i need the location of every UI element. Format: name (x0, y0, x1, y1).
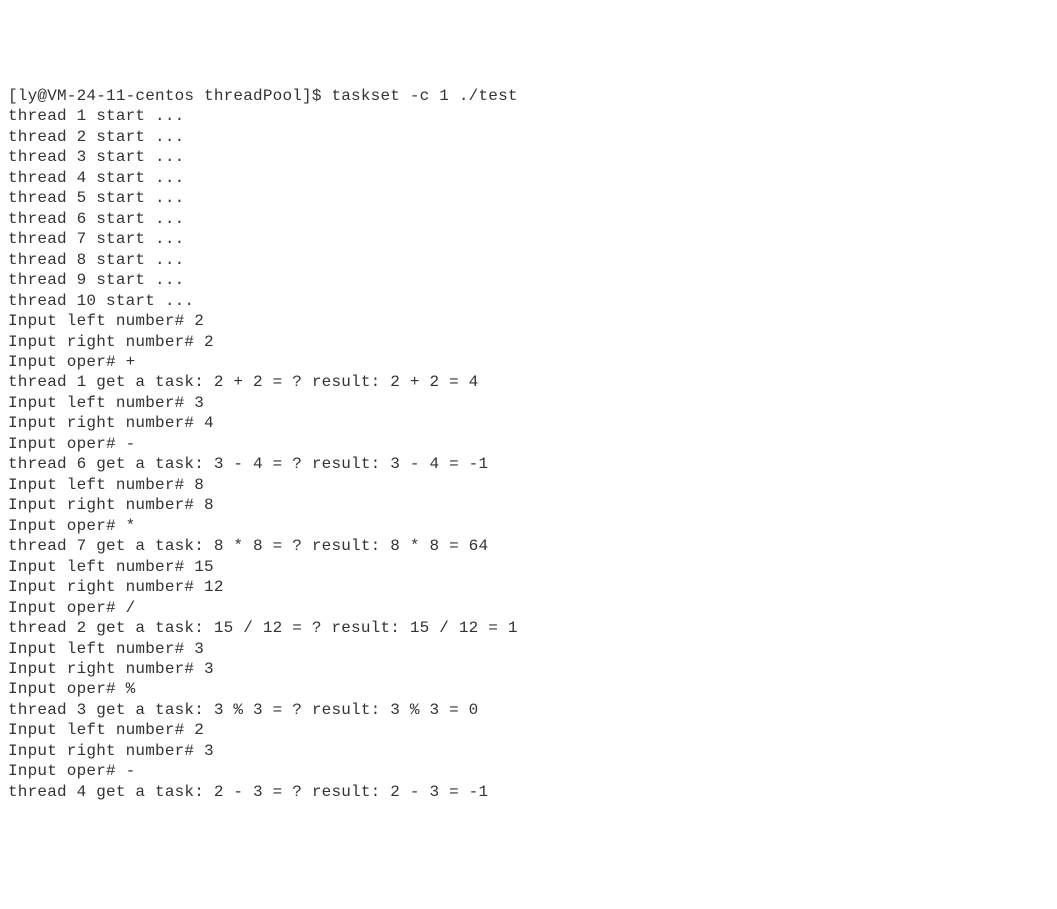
terminal-line: Input oper# - (8, 434, 1049, 454)
terminal-line: thread 5 start ... (8, 188, 1049, 208)
terminal-line: Input left number# 8 (8, 475, 1049, 495)
terminal-line: thread 7 get a task: 8 * 8 = ? result: 8… (8, 536, 1049, 556)
terminal-line: Input oper# + (8, 352, 1049, 372)
terminal-line: Input right number# 3 (8, 659, 1049, 679)
terminal-line: thread 8 start ... (8, 250, 1049, 270)
terminal-line: Input right number# 4 (8, 413, 1049, 433)
terminal-line: Input oper# - (8, 761, 1049, 781)
terminal-line: thread 1 start ... (8, 106, 1049, 126)
terminal-line: Input right number# 2 (8, 332, 1049, 352)
terminal-line: Input oper# % (8, 679, 1049, 699)
terminal-line: thread 3 get a task: 3 % 3 = ? result: 3… (8, 700, 1049, 720)
terminal-line: Input left number# 2 (8, 311, 1049, 331)
terminal-line: thread 6 start ... (8, 209, 1049, 229)
terminal-line: Input left number# 3 (8, 393, 1049, 413)
terminal-line: thread 10 start ... (8, 291, 1049, 311)
terminal-line: thread 7 start ... (8, 229, 1049, 249)
terminal-line: Input right number# 12 (8, 577, 1049, 597)
terminal-line: Input right number# 3 (8, 741, 1049, 761)
terminal-line: thread 4 start ... (8, 168, 1049, 188)
terminal-line: thread 2 get a task: 15 / 12 = ? result:… (8, 618, 1049, 638)
terminal-line: Input oper# * (8, 516, 1049, 536)
terminal-line: thread 6 get a task: 3 - 4 = ? result: 3… (8, 454, 1049, 474)
terminal-line: Input left number# 2 (8, 720, 1049, 740)
terminal-line: Input right number# 8 (8, 495, 1049, 515)
terminal-line: Input left number# 15 (8, 557, 1049, 577)
terminal-line: [ly@VM-24-11-centos threadPool]$ taskset… (8, 86, 1049, 106)
terminal-line: thread 4 get a task: 2 - 3 = ? result: 2… (8, 782, 1049, 802)
terminal-line: thread 1 get a task: 2 + 2 = ? result: 2… (8, 372, 1049, 392)
terminal-line: thread 3 start ... (8, 147, 1049, 167)
terminal-line: thread 2 start ... (8, 127, 1049, 147)
terminal-line: Input left number# 3 (8, 639, 1049, 659)
terminal-output: [ly@VM-24-11-centos threadPool]$ taskset… (8, 86, 1049, 802)
terminal-line: Input oper# / (8, 598, 1049, 618)
terminal-line: thread 9 start ... (8, 270, 1049, 290)
